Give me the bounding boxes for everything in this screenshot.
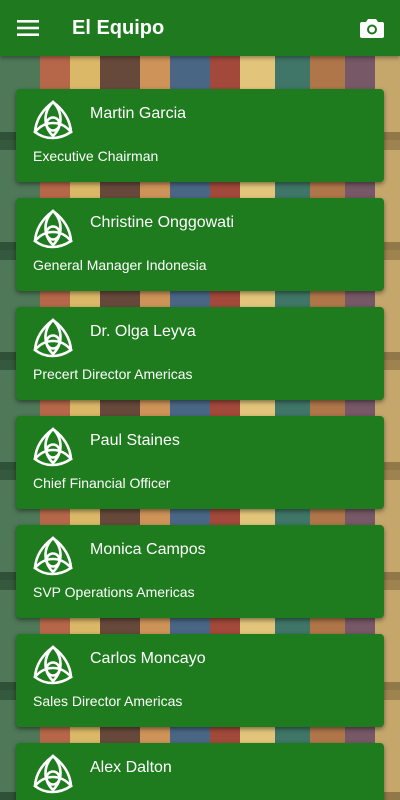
member-name: Martin Garcia — [90, 105, 187, 122]
camera-icon — [360, 19, 384, 38]
triquetra-icon — [33, 318, 73, 358]
camera-button[interactable] — [352, 8, 392, 48]
menu-button[interactable] — [0, 0, 56, 56]
member-role: Precert Director Americas — [33, 366, 193, 382]
member-role: Chief Financial Officer — [33, 475, 171, 491]
triquetra-icon — [33, 754, 73, 794]
member-role: General Manager Indonesia — [33, 257, 207, 273]
app-bar: El Equipo — [0, 0, 400, 56]
menu-icon — [17, 20, 39, 36]
member-name: Dr. Olga Leyva — [90, 323, 196, 340]
team-card-2[interactable]: Dr. Olga Leyva Precert Director Americas — [16, 307, 384, 400]
member-role: Sales Director Americas — [33, 693, 183, 709]
member-name: Paul Staines — [90, 432, 180, 449]
team-card-1[interactable]: Christine Onggowati General Manager Indo… — [16, 198, 384, 291]
team-card-6[interactable]: Alex Dalton — [16, 743, 384, 800]
team-card-5[interactable]: Carlos Moncayo Sales Director Americas — [16, 634, 384, 727]
member-name: Monica Campos — [90, 541, 206, 558]
member-name: Alex Dalton — [90, 759, 172, 776]
member-role: SVP Operations Americas — [33, 584, 195, 600]
member-name: Carlos Moncayo — [90, 650, 206, 667]
page-title: El Equipo — [72, 16, 165, 39]
team-card-0[interactable]: Martin Garcia Executive Chairman — [16, 89, 384, 182]
member-name: Christine Onggowati — [90, 214, 235, 231]
triquetra-icon — [33, 645, 73, 685]
member-role: Executive Chairman — [33, 148, 159, 164]
team-card-3[interactable]: Paul Staines Chief Financial Officer — [16, 416, 384, 509]
team-card-4[interactable]: Monica Campos SVP Operations Americas — [16, 525, 384, 618]
triquetra-icon — [33, 209, 73, 249]
triquetra-icon — [33, 427, 73, 467]
team-list: Martin Garcia Executive Chairman Christi… — [0, 56, 400, 800]
triquetra-icon — [33, 536, 73, 576]
triquetra-icon — [33, 100, 73, 140]
